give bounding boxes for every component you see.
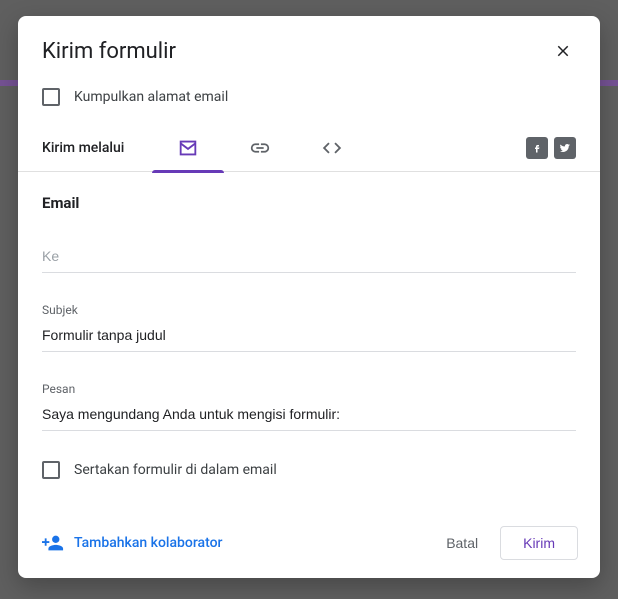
tab-link[interactable] — [224, 124, 296, 172]
add-person-icon — [42, 532, 64, 554]
email-icon — [177, 137, 199, 159]
collect-email-checkbox[interactable] — [42, 88, 60, 106]
cancel-button[interactable]: Batal — [432, 527, 492, 559]
include-form-row: Sertakan formulir di dalam email — [42, 461, 576, 479]
add-collaborator-label: Tambahkan kolaborator — [74, 535, 223, 551]
send-via-row: Kirim melalui — [18, 124, 600, 172]
email-heading: Email — [42, 194, 576, 212]
send-form-dialog: Kirim formulir Kumpulkan alamat email Ki… — [18, 16, 600, 578]
send-via-tabs — [152, 124, 368, 172]
dialog-header: Kirim formulir — [18, 16, 600, 72]
tab-email[interactable] — [152, 124, 224, 172]
subject-label: Subjek — [42, 303, 576, 317]
close-icon — [554, 42, 572, 60]
include-form-label: Sertakan formulir di dalam email — [74, 462, 277, 478]
subject-input[interactable] — [42, 321, 576, 352]
embed-icon — [321, 137, 343, 159]
message-label: Pesan — [42, 382, 576, 396]
facebook-share-button[interactable] — [526, 137, 548, 159]
add-collaborator-button[interactable]: Tambahkan kolaborator — [42, 532, 223, 554]
to-field — [42, 242, 576, 273]
tab-embed[interactable] — [296, 124, 368, 172]
social-share — [526, 137, 576, 159]
close-button[interactable] — [550, 38, 576, 64]
subject-field: Subjek — [42, 303, 576, 352]
dialog-title: Kirim formulir — [42, 39, 176, 64]
to-input[interactable] — [42, 242, 576, 273]
send-button[interactable]: Kirim — [500, 526, 578, 560]
send-via-label: Kirim melalui — [42, 140, 124, 156]
collect-email-label: Kumpulkan alamat email — [74, 89, 228, 105]
message-input[interactable] — [42, 400, 576, 431]
twitter-share-button[interactable] — [554, 137, 576, 159]
dialog-footer: Tambahkan kolaborator Batal Kirim — [18, 512, 600, 560]
email-section: Email Subjek Pesan Sertakan formulir di … — [18, 172, 600, 512]
twitter-icon — [559, 142, 571, 154]
facebook-icon — [531, 142, 543, 154]
include-form-checkbox[interactable] — [42, 461, 60, 479]
link-icon — [249, 137, 271, 159]
message-field: Pesan — [42, 382, 576, 431]
collect-email-row: Kumpulkan alamat email — [18, 72, 600, 124]
